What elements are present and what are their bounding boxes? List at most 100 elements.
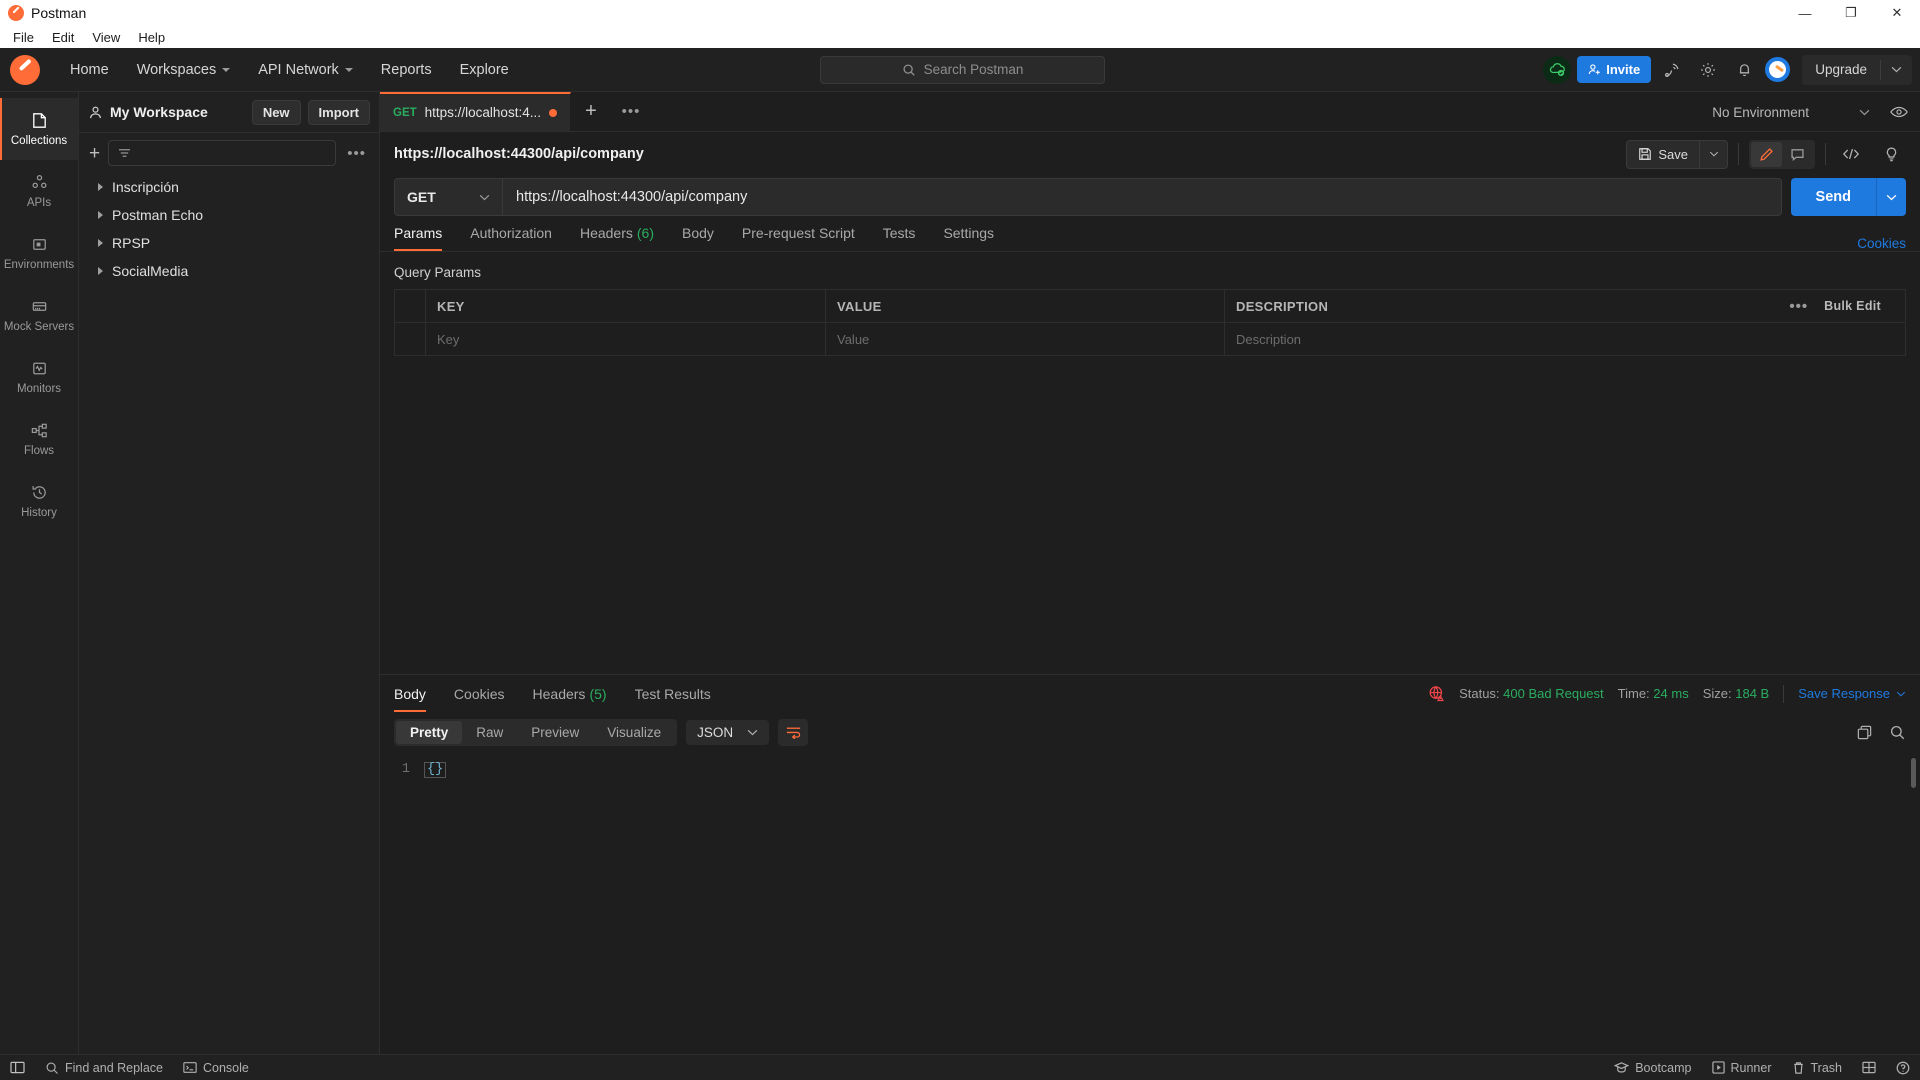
nav-item-reports[interactable]: Reports — [367, 48, 446, 92]
save-response-button[interactable]: Save Response — [1798, 686, 1906, 701]
tab-params[interactable]: Params — [394, 215, 456, 251]
copy-button[interactable] — [1856, 724, 1873, 741]
send-options-button[interactable] — [1876, 178, 1906, 216]
send-button[interactable]: Send — [1791, 178, 1876, 216]
new-button[interactable]: New — [251, 99, 301, 125]
notifications-button[interactable] — [1729, 55, 1759, 85]
nav-item-explore[interactable]: Explore — [446, 48, 523, 92]
info-button[interactable] — [1876, 139, 1906, 169]
sidebar-item-collections[interactable]: Collections — [0, 98, 78, 160]
list-item[interactable]: Postman Echo — [79, 201, 379, 229]
postman-brand-icon[interactable] — [10, 54, 40, 85]
response-body-editor[interactable]: 1 {} — [380, 752, 1920, 1054]
tab-headers[interactable]: Headers (6) — [566, 215, 668, 251]
avatar[interactable] — [1765, 57, 1791, 82]
help-button[interactable] — [1896, 1061, 1910, 1075]
search-input[interactable]: Search Postman — [820, 55, 1105, 84]
minimize-button[interactable]: — — [1782, 0, 1828, 26]
chevron-right-icon — [98, 239, 103, 247]
menu-item-edit[interactable]: Edit — [43, 28, 83, 47]
response-tab-cookies[interactable]: Cookies — [440, 676, 519, 712]
nav-item-home[interactable]: Home — [56, 48, 123, 92]
upgrade-button[interactable]: Upgrade — [1802, 54, 1912, 85]
edit-mode-button[interactable] — [1751, 141, 1782, 167]
code-snippet-button[interactable] — [1836, 139, 1866, 169]
comment-button[interactable] — [1782, 142, 1813, 167]
environment-selector[interactable]: No Environment — [1702, 98, 1880, 126]
console-button[interactable]: Console — [183, 1061, 249, 1075]
url-field: GET https://localhost:44300/api/company — [394, 178, 1782, 216]
param-value-input[interactable]: Value — [826, 323, 1225, 355]
response-tab-body[interactable]: Body — [394, 676, 440, 712]
tab-authorization[interactable]: Authorization — [456, 215, 566, 251]
bulk-edit-button[interactable]: Bulk Edit — [1824, 299, 1881, 313]
method-selector[interactable]: GET — [395, 179, 503, 215]
format-raw-button[interactable]: Raw — [462, 721, 517, 744]
menu-item-view[interactable]: View — [83, 28, 129, 47]
save-options-button[interactable] — [1699, 140, 1727, 168]
sidebar-item-environments[interactable]: Environments — [0, 222, 78, 284]
cookies-link[interactable]: Cookies — [1857, 236, 1906, 251]
save-button[interactable]: Save — [1627, 141, 1699, 168]
sidebar-item-label: APIs — [26, 197, 52, 209]
tab-pre-request-script[interactable]: Pre-request Script — [728, 215, 869, 251]
url-input[interactable]: https://localhost:44300/api/company — [503, 179, 1781, 215]
layout-button[interactable] — [1862, 1061, 1876, 1074]
search-response-button[interactable] — [1889, 724, 1906, 741]
param-key-input[interactable]: Key — [426, 323, 826, 355]
menu-item-file[interactable]: File — [4, 28, 43, 47]
tab-tests[interactable]: Tests — [869, 215, 930, 251]
runner-button[interactable]: Runner — [1711, 1061, 1772, 1075]
tab-label: Authorization — [470, 225, 552, 241]
add-collection-button[interactable]: + — [89, 144, 100, 163]
settings-button[interactable] — [1693, 55, 1723, 85]
tab-count: (6) — [636, 225, 654, 241]
tab-body[interactable]: Body — [668, 215, 728, 251]
invite-button[interactable]: Invite — [1577, 56, 1652, 83]
format-pretty-button[interactable]: Pretty — [396, 720, 463, 744]
column-header-description-label: DESCRIPTION — [1236, 298, 1329, 314]
new-tab-button[interactable]: + — [571, 92, 611, 131]
params-more-button[interactable]: ••• — [1786, 298, 1811, 315]
sync-status-icon[interactable] — [1543, 55, 1572, 84]
format-preview-button[interactable]: Preview — [517, 721, 593, 744]
tab-settings[interactable]: Settings — [929, 215, 1008, 251]
environment-quick-look-button[interactable] — [1884, 97, 1914, 127]
size-group: Size: 184 B — [1703, 686, 1770, 701]
word-wrap-button[interactable] — [778, 718, 809, 746]
find-and-replace-button[interactable]: Find and Replace — [45, 1061, 163, 1075]
bootcamp-button[interactable]: Bootcamp — [1614, 1061, 1692, 1075]
collections-filter-input[interactable] — [108, 140, 337, 166]
method-label: GET — [407, 189, 436, 205]
maximize-button[interactable]: ❐ — [1828, 0, 1874, 26]
import-button[interactable]: Import — [307, 99, 370, 125]
toggle-sidebar-button[interactable] — [10, 1061, 25, 1074]
trash-button[interactable]: Trash — [1792, 1061, 1842, 1075]
format-visualize-button[interactable]: Visualize — [593, 721, 675, 744]
sidebar-item-history[interactable]: History — [0, 470, 78, 532]
param-description-input[interactable]: Description — [1225, 323, 1905, 355]
row-checkbox[interactable] — [395, 323, 426, 355]
nav-item-workspaces[interactable]: Workspaces — [123, 48, 245, 92]
menu-item-help[interactable]: Help — [129, 28, 174, 47]
tab-options-button[interactable]: ••• — [611, 92, 651, 131]
language-selector[interactable]: JSON — [686, 719, 770, 745]
sidebar-item-monitors[interactable]: Monitors — [0, 346, 78, 408]
collections-more-button[interactable]: ••• — [344, 145, 369, 162]
list-item[interactable]: Inscripción — [79, 173, 379, 201]
sidebar-item-apis[interactable]: APIs — [0, 160, 78, 222]
list-item[interactable]: RPSP — [79, 229, 379, 257]
response-tab-headers[interactable]: Headers (5) — [519, 676, 621, 712]
sidebar-item-mock-servers[interactable]: Mock Servers — [0, 284, 78, 346]
close-button[interactable]: ✕ — [1874, 0, 1920, 26]
response-tab-test-results[interactable]: Test Results — [621, 676, 725, 712]
select-all-cell[interactable] — [395, 290, 426, 322]
list-item[interactable]: SocialMedia — [79, 257, 379, 285]
window-controls[interactable]: — ❐ ✕ — [1782, 0, 1920, 26]
chevron-down-icon[interactable] — [1881, 66, 1912, 73]
response-scrollbar[interactable] — [1911, 758, 1916, 788]
nav-item-api-network[interactable]: API Network — [244, 48, 367, 92]
satellite-button[interactable] — [1657, 55, 1687, 85]
request-tab[interactable]: GET https://localhost:4... — [380, 92, 571, 131]
sidebar-item-flows[interactable]: Flows — [0, 408, 78, 470]
